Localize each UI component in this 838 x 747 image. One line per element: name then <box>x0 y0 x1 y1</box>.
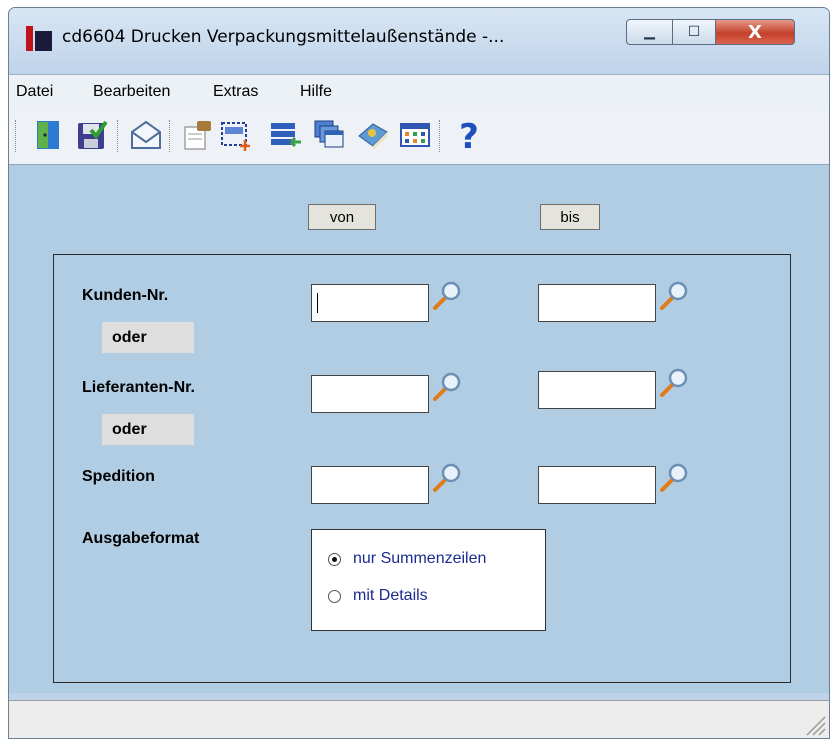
toolbar-grip <box>439 120 443 152</box>
option-details-label: mit Details <box>353 587 428 604</box>
to-header: bis <box>540 204 600 230</box>
customer-label: Kunden-Nr. <box>82 287 169 304</box>
help-icon[interactable]: ? <box>452 118 486 152</box>
mail-icon[interactable] <box>129 118 163 152</box>
supplier-to-input[interactable] <box>539 372 655 408</box>
resize-grip-icon[interactable] <box>801 711 827 737</box>
svg-text:?: ? <box>459 118 479 152</box>
content-area: von bis Kunden-Nr. oder Lieferanten-Nr. … <box>9 165 829 693</box>
app-icon <box>26 26 52 51</box>
supplier-from-field[interactable] <box>311 375 429 413</box>
option-summary-only[interactable]: nur Summenzeilen <box>328 550 486 568</box>
book-icon[interactable] <box>356 118 390 152</box>
carrier-from-lookup-icon[interactable] <box>430 461 464 495</box>
option-with-details[interactable]: mit Details <box>328 587 428 605</box>
menu-extras[interactable]: Extras <box>213 83 258 101</box>
carrier-to-input[interactable] <box>539 467 655 503</box>
exit-door-icon[interactable] <box>32 118 66 152</box>
menu-datei[interactable]: Datei <box>16 83 53 101</box>
output-format-label: Ausgabeformat <box>82 530 200 547</box>
radio-selected-icon[interactable] <box>328 552 341 566</box>
edit-icon[interactable] <box>181 118 215 152</box>
supplier-to-field[interactable] <box>538 371 656 409</box>
supplier-label: Lieferanten-Nr. <box>82 379 195 396</box>
import-list-icon[interactable] <box>269 118 303 152</box>
carrier-from-input[interactable] <box>312 467 428 503</box>
radio-unselected-icon[interactable] <box>328 589 341 603</box>
customer-from-lookup-icon[interactable] <box>430 279 464 313</box>
carrier-from-field[interactable] <box>311 466 429 504</box>
menu-bar: Datei Bearbeiten Extras Hilfe <box>9 74 829 109</box>
carrier-label: Spedition <box>82 468 155 485</box>
customer-to-input[interactable] <box>539 285 655 321</box>
text-cursor <box>317 293 318 313</box>
supplier-to-lookup-icon[interactable] <box>657 366 691 400</box>
toolbar-grip <box>169 120 173 152</box>
customer-from-input[interactable] <box>312 285 428 321</box>
or-label-2: oder <box>102 414 194 445</box>
window-title: cd6604 Drucken Verpackungsmittelaußenstä… <box>62 27 505 47</box>
toolbar-grip <box>15 120 19 152</box>
customer-to-field[interactable] <box>538 284 656 322</box>
menu-hilfe[interactable]: Hilfe <box>300 83 332 101</box>
maximize-button[interactable]: ☐ <box>672 19 716 45</box>
windows-icon[interactable] <box>312 118 346 152</box>
toolbar-grip <box>117 120 121 152</box>
main-window: cd6604 Drucken Verpackungsmittelaußenstä… <box>8 7 830 739</box>
minimize-button[interactable]: ▁ <box>626 19 673 45</box>
save-icon[interactable] <box>75 118 109 152</box>
customer-to-lookup-icon[interactable] <box>657 279 691 313</box>
or-label-1: oder <box>102 322 194 353</box>
output-format-group: nur Summenzeilen mit Details <box>311 529 546 631</box>
toolbar: ? <box>9 108 829 165</box>
supplier-from-input[interactable] <box>312 376 428 412</box>
customer-from-field[interactable] <box>311 284 429 322</box>
option-summary-label: nur Summenzeilen <box>353 550 487 567</box>
from-header: von <box>308 204 376 230</box>
close-button[interactable]: X <box>715 19 795 45</box>
menu-bearbeiten[interactable]: Bearbeiten <box>93 83 170 101</box>
new-selection-icon[interactable] <box>219 118 253 152</box>
title-bar[interactable]: cd6604 Drucken Verpackungsmittelaußenstä… <box>9 8 829 74</box>
status-bar <box>9 700 829 738</box>
calendar-grid-icon[interactable] <box>398 118 432 152</box>
supplier-from-lookup-icon[interactable] <box>430 370 464 404</box>
carrier-to-lookup-icon[interactable] <box>657 461 691 495</box>
carrier-to-field[interactable] <box>538 466 656 504</box>
